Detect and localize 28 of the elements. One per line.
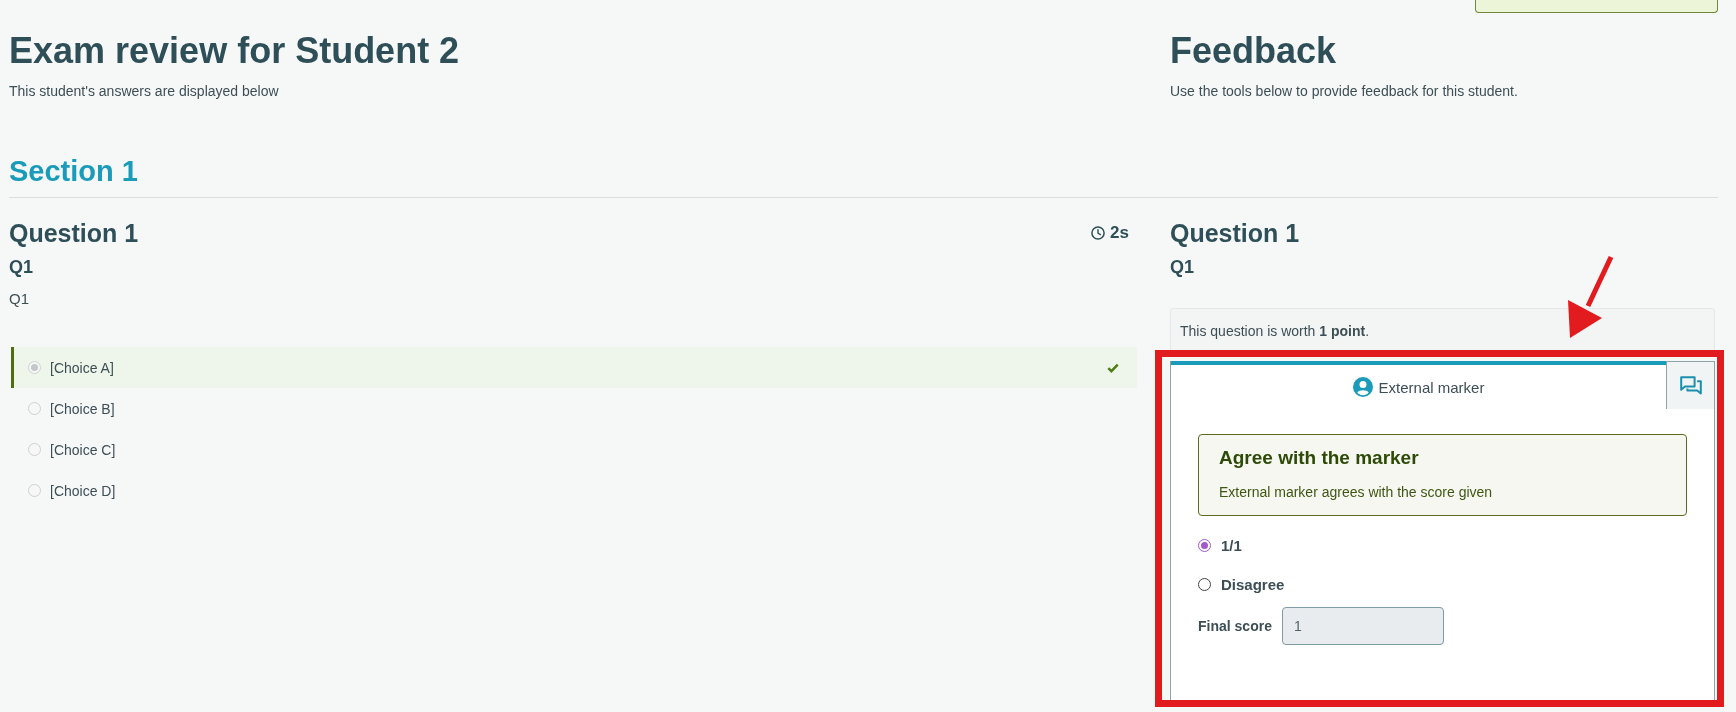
final-score-label: Final score [1198, 618, 1272, 634]
question-name: Q1 [1170, 256, 1195, 278]
page-title: Exam review for Student 2 [9, 29, 461, 72]
section-title: Section 1 [9, 154, 139, 189]
question-title: Question 1 [9, 218, 139, 248]
choice-label: [Choice C] [50, 441, 116, 458]
feedback-title: Feedback [1170, 29, 1338, 72]
question-title: Question 1 [1170, 218, 1300, 248]
question-text: Q1 [9, 289, 30, 309]
option-label: Disagree [1221, 575, 1285, 593]
choice-label: [Choice D] [50, 482, 116, 499]
choice-label: [Choice B] [50, 400, 115, 417]
radio-button[interactable] [1198, 577, 1211, 591]
radio-button[interactable] [1198, 538, 1211, 552]
clock-icon [1091, 226, 1106, 240]
feedback-subtitle: Use the tools below to provide feedback for this student. [1170, 82, 1519, 101]
option-label: 1/1 [1221, 536, 1242, 554]
comments-tab[interactable] [1666, 362, 1714, 409]
page-subtitle: This student's answers are displayed below [9, 82, 280, 101]
choice-label: [Choice A] [50, 359, 114, 376]
verdict-text: External marker agrees with the score given [1219, 483, 1494, 502]
verdict-title: Agree with the marker [1219, 447, 1420, 469]
checkmark-icon [1107, 362, 1119, 373]
chat-icon [1679, 376, 1702, 395]
final-score-field[interactable]: 1 [1281, 607, 1444, 645]
time-spent: 2s [1110, 223, 1129, 243]
person-icon [1352, 377, 1373, 397]
question-name: Q1 [9, 256, 34, 278]
